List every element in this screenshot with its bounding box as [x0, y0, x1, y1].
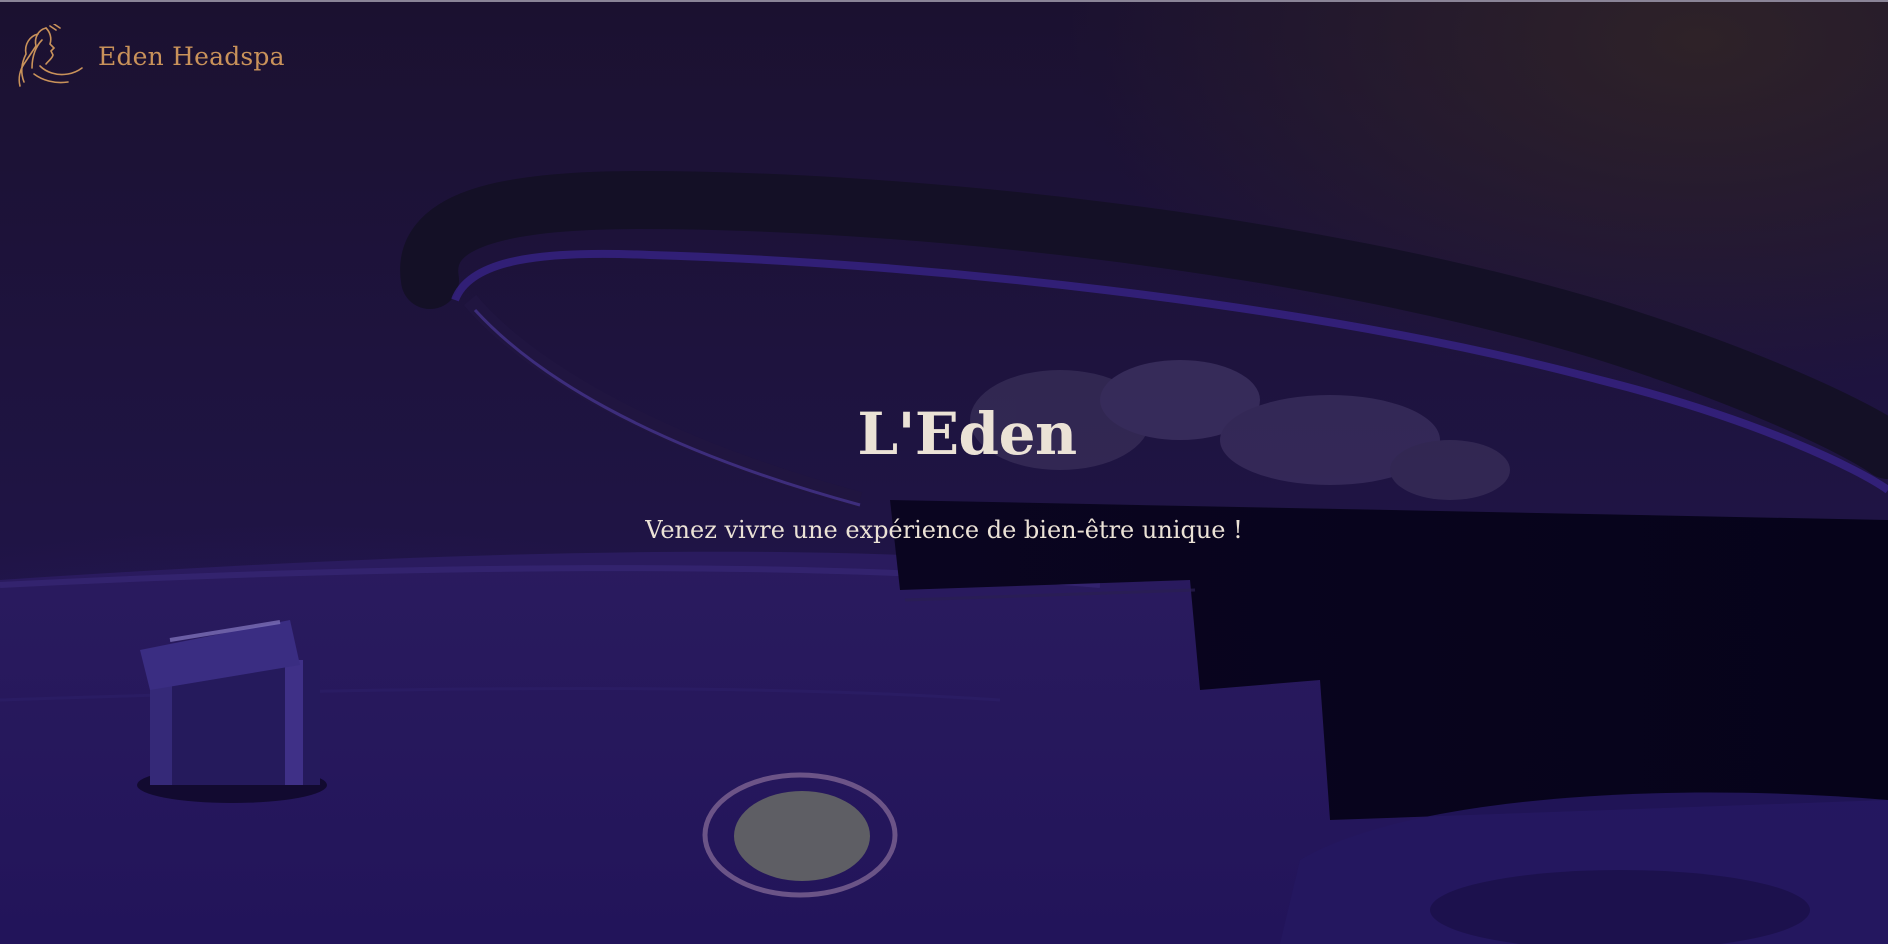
- hero-subtitle: Venez vivre une expérience de bien-être …: [645, 516, 1243, 544]
- woman-profile-logo-icon: [18, 24, 83, 87]
- hero-content: L'Eden Venez vivre une expérience de bie…: [0, 400, 1888, 544]
- top-navbar: Eden Headspa: [0, 0, 1888, 100]
- hero-section: Eden Headspa L'Eden Venez vivre une expé…: [0, 0, 1888, 944]
- hero-title: L'Eden: [857, 400, 1077, 468]
- brand-home-link[interactable]: Eden Headspa: [16, 24, 285, 88]
- brand-name: Eden Headspa: [98, 41, 285, 71]
